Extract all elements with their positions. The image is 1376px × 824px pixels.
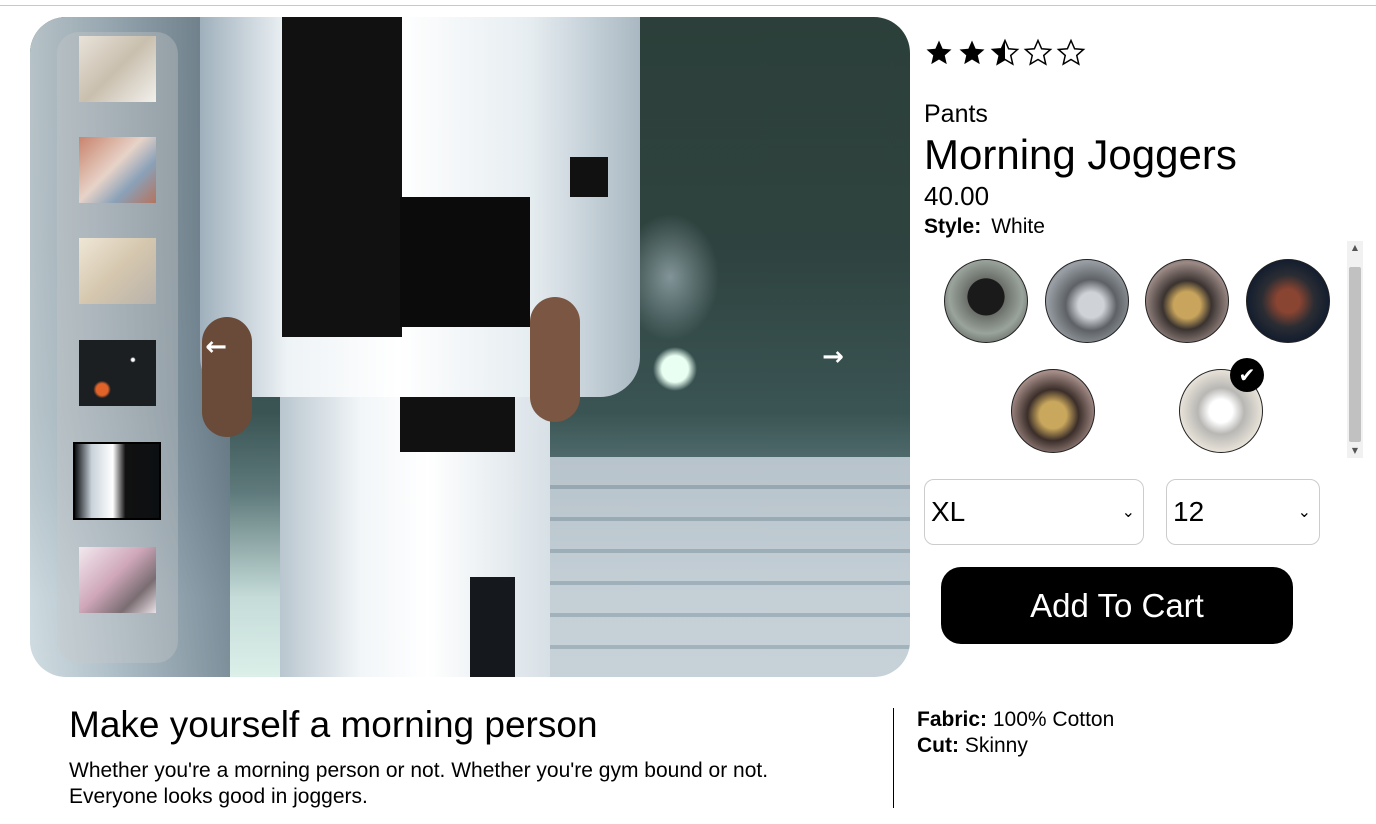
quantity-select-value: 12 — [1173, 496, 1205, 527]
description-title: Make yourself a morning person — [69, 704, 598, 745]
style-swatch-2[interactable] — [1045, 259, 1129, 343]
star-empty-icon — [1023, 38, 1053, 66]
thumbnail-6[interactable] — [79, 547, 156, 613]
checkmark-icon: ✔ — [1230, 358, 1264, 392]
size-select-value: XL — [931, 496, 966, 527]
thumbnail-3[interactable] — [79, 238, 156, 304]
style-swatch-list: ✔ — [924, 240, 1364, 458]
main-product-image: ← → — [30, 17, 910, 677]
photo-shirt — [282, 17, 402, 337]
scroll-up-arrow-icon[interactable]: ▲ — [1347, 241, 1363, 255]
photo-jacket-patch — [570, 157, 608, 197]
chevron-down-icon: ⌄ — [1121, 502, 1135, 521]
product-name: Morning Joggers — [924, 131, 1237, 178]
style-swatch-4[interactable] — [1246, 259, 1330, 343]
star-empty-icon — [1056, 38, 1086, 66]
thumbnail-1[interactable] — [79, 36, 156, 102]
style-swatch-1[interactable] — [944, 259, 1028, 343]
previous-image-arrow-icon[interactable]: ← — [201, 332, 231, 362]
star-half-icon — [990, 38, 1020, 66]
feature-value: Skinny — [964, 734, 1028, 757]
photo-background-stairs — [510, 457, 910, 677]
add-to-cart-button[interactable]: Add To Cart — [941, 567, 1293, 644]
product-category: Pants — [924, 100, 988, 128]
scrollbar-thumb[interactable] — [1349, 267, 1361, 442]
chevron-down-icon: ⌄ — [1297, 502, 1311, 521]
description-divider — [893, 708, 894, 808]
photo-jacket-panel — [400, 197, 530, 327]
star-full-icon — [959, 40, 985, 65]
quantity-select[interactable]: 12 ⌄ — [1166, 479, 1320, 545]
scroll-down-arrow-icon[interactable]: ▼ — [1347, 444, 1363, 458]
style-value: White — [991, 215, 1045, 238]
style-label: Style: — [924, 215, 982, 238]
style-swatch-5[interactable] — [1011, 369, 1095, 453]
product-price: 40.00 — [924, 181, 990, 211]
feature-label: Cut: — [917, 734, 959, 757]
thumbnail-5-selected[interactable] — [73, 442, 161, 520]
thumbnail-2[interactable] — [79, 137, 156, 203]
star-full-icon — [926, 40, 952, 65]
next-image-arrow-icon[interactable]: → — [818, 342, 848, 372]
top-divider — [0, 5, 1376, 6]
style-selection-row: Style: White — [924, 215, 1045, 239]
star-rating — [924, 37, 1086, 73]
description-body: Whether you're a morning person or not. … — [69, 759, 769, 808]
photo-hand-right — [530, 297, 580, 422]
thumbnail-4[interactable] — [79, 340, 156, 406]
feature-label: Fabric: — [917, 708, 988, 731]
size-select[interactable]: XL ⌄ — [924, 479, 1144, 545]
feature-value: 100% Cotton — [992, 708, 1115, 731]
style-list-scrollbar[interactable]: ▲ ▼ — [1347, 241, 1363, 458]
feature-fabric: Fabric: 100% Cotton — [917, 708, 1114, 732]
feature-cut: Cut: Skinny — [917, 734, 1028, 758]
photo-pants-panel — [400, 392, 515, 452]
photo-pants-stripe — [470, 577, 515, 677]
style-swatch-3[interactable] — [1145, 259, 1229, 343]
